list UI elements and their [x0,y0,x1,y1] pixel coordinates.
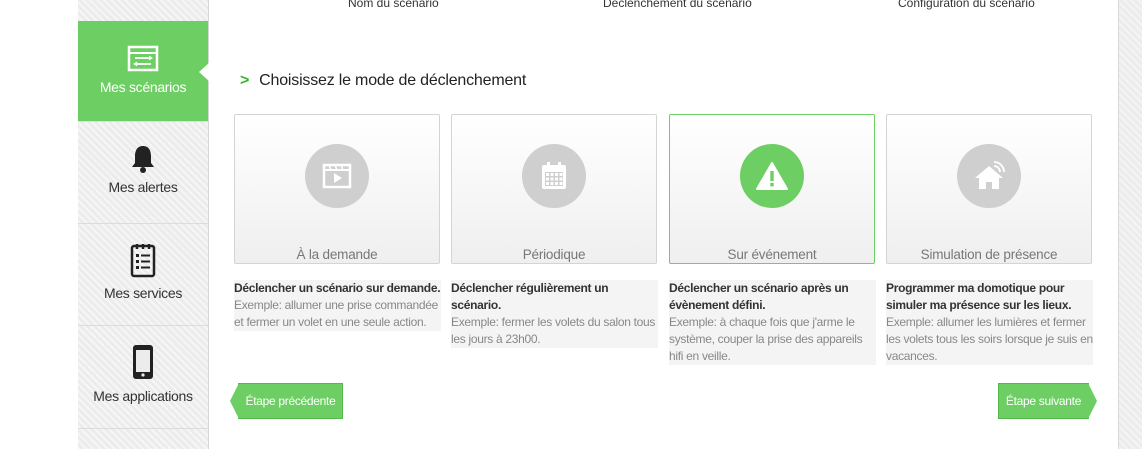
sidebar-item-applications[interactable]: Mes applications [78,326,208,429]
mode-description-periodic: Déclencher régulièrement un scénario. Ex… [451,280,658,348]
mode-description-presence-simulation: Programmer ma domotique pour simuler ma … [886,280,1093,365]
scenarios-icon [127,45,159,72]
description-example: Exemple: à chaque fois que j'arme le sys… [669,315,863,363]
sidebar-item-label: Mes alertes [108,179,178,195]
sidebar-item-label: Mes scénarios [99,79,187,95]
home-wifi-icon [975,161,1005,189]
wizard-step-trigger: Déclenchement du scénario [603,0,752,10]
mode-label: À la demande [296,247,378,262]
checklist-icon [130,244,156,278]
wizard-step-config: Configuration du scénario [898,0,1035,10]
sidebar-item-label: Mes applications [93,388,193,404]
mode-label: Simulation de présence [920,247,1058,262]
mode-card-periodic[interactable]: Périodique [451,114,657,264]
next-step-button[interactable]: Étape suivante [998,383,1097,419]
description-title: Déclencher un scénario sur demande. [234,281,441,295]
calendar-icon [542,162,566,189]
smartphone-icon [133,345,153,379]
section-heading-text: Choisissez le mode de déclenchement [259,72,527,89]
description-example: Exemple: fermer les volets du salon tous… [451,315,656,346]
wizard-step-name: Nom du scénario [348,0,439,10]
mode-icon-circle [522,144,586,208]
previous-step-label: Étape précédente [245,394,336,408]
mode-description-on-event: Déclencher un scénario après un évènemen… [669,280,876,365]
warning-icon [756,162,788,190]
mode-label: Sur événement [727,247,817,262]
mode-icon-circle [957,144,1021,208]
mode-label: Périodique [522,247,586,262]
sidebar-item-scenarios[interactable]: Mes scénarios [78,21,209,122]
description-title: Déclencher un scénario après un évènemen… [669,281,849,312]
description-title: Déclencher régulièrement un scénario. [451,281,609,312]
sidebar-item-services[interactable]: Mes services [78,224,208,326]
sidebar-item-alerts[interactable]: Mes alertes [78,122,208,224]
chevron-right-icon: > [240,72,250,89]
sidebar-item-label: Mes services [103,285,183,301]
mode-card-on-demand[interactable]: À la demande [234,114,440,264]
description-example: Exemple: allumer une prise commandée et … [234,298,438,329]
mode-card-on-event[interactable]: Sur événement [669,114,875,264]
video-play-icon [322,163,352,189]
previous-step-button[interactable]: Étape précédente [230,383,343,419]
bell-icon [132,146,154,173]
next-step-label: Étape suivante [1005,394,1082,408]
mode-card-presence-simulation[interactable]: Simulation de présence [886,114,1092,264]
description-title: Programmer ma domotique pour simuler ma … [886,281,1072,312]
right-scroll-strip [1118,0,1142,449]
mode-icon-circle [305,144,369,208]
sidebar: Mes scénarios Mes alertes Mes services M… [78,0,209,449]
mode-icon-circle [740,144,804,208]
section-heading: > Choisissez le mode de déclenchement [240,72,526,90]
description-example: Exemple: allumer les lumières et fermer … [886,315,1093,363]
mode-description-on-demand: Déclencher un scénario sur demande. Exem… [234,280,441,331]
